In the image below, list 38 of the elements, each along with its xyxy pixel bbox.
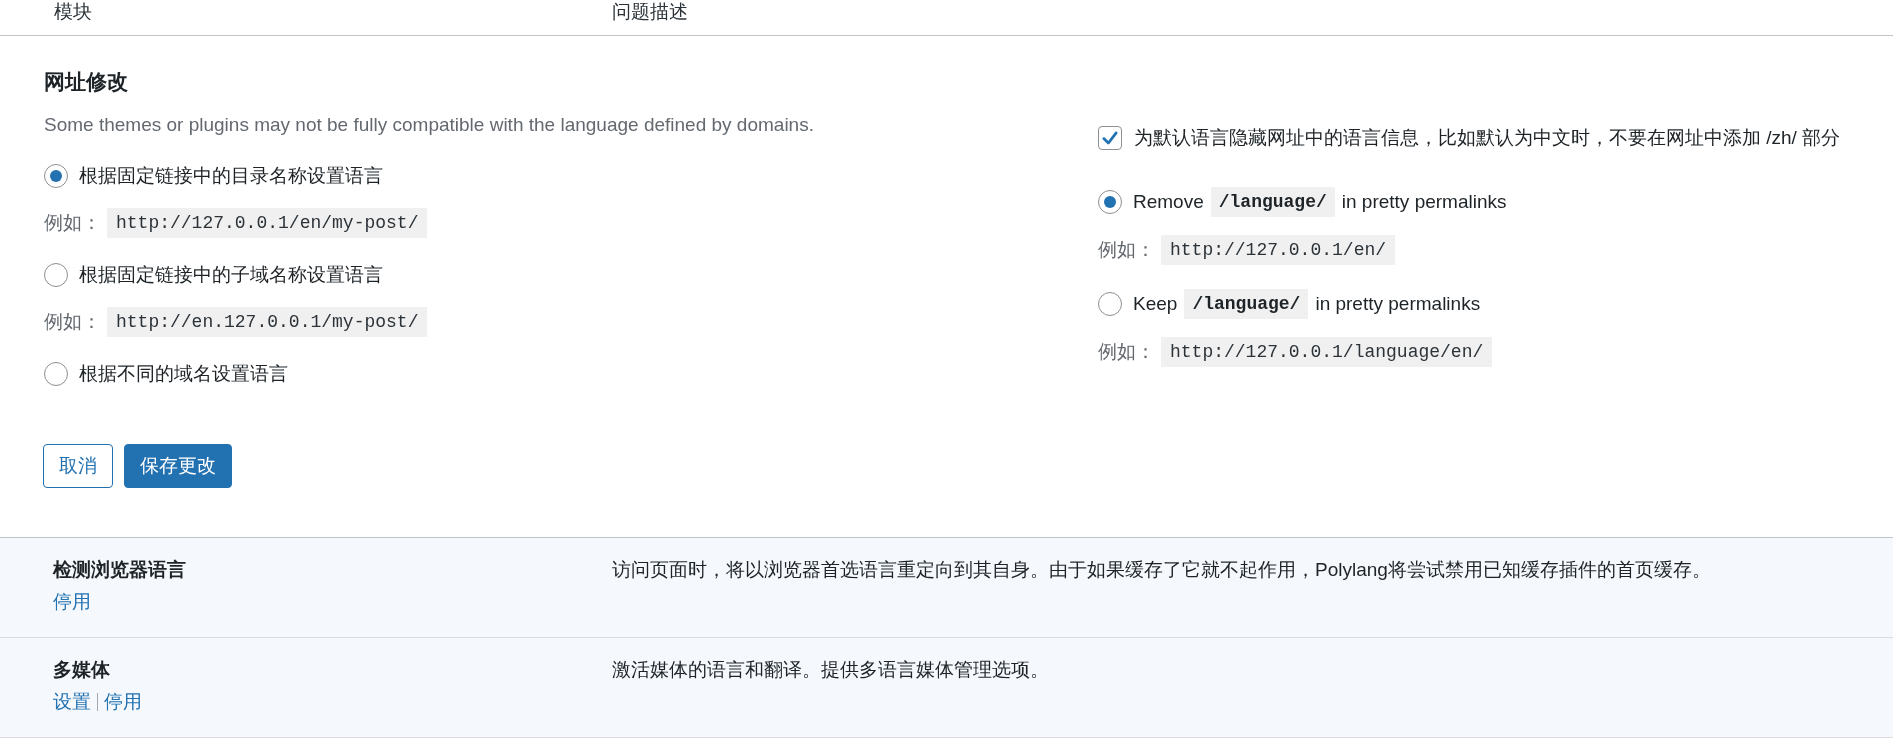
radio-button[interactable]: [1098, 190, 1122, 214]
example-url: http://127.0.0.1/en/: [1161, 235, 1396, 265]
section-title: 网址修改: [44, 69, 129, 95]
radio-label: Remove: [1133, 190, 1204, 214]
example-url: http://en.127.0.0.1/my-post/: [107, 307, 428, 337]
radio-label: 根据不同的域名设置语言: [79, 362, 288, 386]
example-url: http://127.0.0.1/en/my-post/: [107, 208, 428, 238]
save-button[interactable]: 保存更改: [124, 444, 232, 488]
example-label: 例如：: [1098, 238, 1155, 262]
radio-label: 根据固定链接中的目录名称设置语言: [79, 164, 383, 188]
radio-button[interactable]: [44, 263, 68, 287]
column-header: 模块: [54, 1, 92, 22]
example-url: http://127.0.0.1/language/en/: [1161, 337, 1493, 367]
section-note: Some themes or plugins may not be fully compatible with the language defined by domains.: [44, 113, 815, 137]
module-description: 访问页面时，将以浏览器首选语言重定向到其自身。由于如果缓存了它就不起作用，Polylang将尝试禁用已知缓存插件的首页缓存。: [612, 559, 1711, 580]
action-link[interactable]: 停用: [104, 688, 142, 716]
example-label: 例如：: [44, 310, 101, 334]
module-description: 激活媒体的语言和翻译。提供多语言媒体管理选项。: [612, 659, 1049, 680]
radio-label: Keep: [1133, 292, 1178, 316]
action-link[interactable]: 停用: [53, 588, 91, 616]
example-label: 例如：: [44, 211, 101, 235]
column-header: 问题描述: [612, 1, 688, 22]
radio-button[interactable]: [44, 164, 68, 188]
code-snippet: /language/: [1184, 289, 1309, 319]
radio-label: in pretty permalinks: [1315, 292, 1481, 316]
module-name: 多媒体: [53, 658, 111, 682]
check-icon: [1101, 129, 1119, 147]
radio-button[interactable]: [1098, 292, 1122, 316]
code-snippet: /language/: [1210, 187, 1335, 217]
radio-label: 根据固定链接中的子域名称设置语言: [79, 263, 383, 287]
radio-label: in pretty permalinks: [1341, 190, 1507, 214]
example-label: 例如：: [1098, 340, 1155, 364]
checkbox[interactable]: [1098, 126, 1122, 150]
checkbox-label: 为默认语言隐藏网址中的语言信息，比如默认为中文时，不要在网址中添加 /zh/ 部分: [1134, 126, 1841, 150]
cancel-button[interactable]: 取消: [43, 444, 113, 488]
module-name: 检测浏览器语言: [53, 558, 187, 582]
radio-button[interactable]: [44, 362, 68, 386]
action-link[interactable]: 设置: [53, 688, 91, 716]
